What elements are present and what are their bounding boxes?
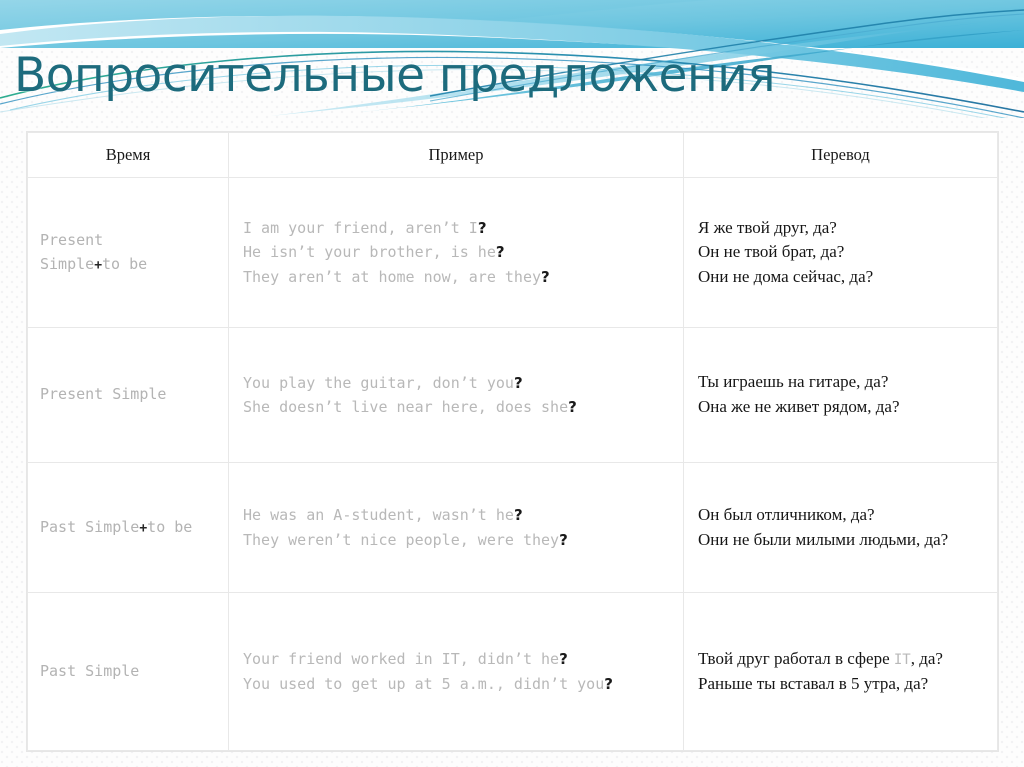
translation-sentence: Я же твой друг, да? — [698, 217, 837, 237]
question-mark: ? — [513, 373, 523, 392]
tense-suffix: to be — [147, 517, 193, 536]
cell-tense: Past Simple — [27, 592, 229, 751]
example-sentence: They weren’t nice people, were they? — [243, 530, 568, 549]
translation-sentence: Он был отличником, да? — [698, 504, 875, 524]
cell-translation: Ты играешь на гитаре, да? Она же не живет… — [683, 327, 998, 463]
question-mark: ? — [495, 243, 505, 262]
translation-sentence: Ты играешь на гитаре, да? — [698, 372, 889, 392]
table-row: Present Simple+to be I am your friend, ar… — [27, 177, 998, 328]
cell-tense: Present Simple+to be — [27, 177, 229, 328]
grammar-table: Время Пример Перевод Present Simple+to b… — [27, 132, 998, 751]
cell-example: You play the guitar, don’t you? She doesn… — [228, 327, 684, 463]
question-mark: ? — [568, 398, 577, 416]
column-header-example: Пример — [228, 132, 684, 178]
translation-sentence: Она же не живет рядом, да? — [698, 397, 900, 416]
page-title: Вопросительные предложения — [14, 48, 776, 103]
cell-example: Your friend worked in IT, didn’t he? You … — [228, 592, 684, 751]
cell-tense: Past Simple+to be — [27, 462, 229, 593]
cell-example: He was an A-student, wasn’t he? They were… — [228, 462, 684, 593]
example-sentence: I am your friend, aren’t I? — [243, 219, 487, 238]
table-row: Present Simple You play the guitar, don’t… — [27, 327, 998, 463]
cell-tense: Present Simple — [27, 327, 229, 463]
column-header-translation: Перевод — [683, 132, 998, 178]
question-mark: ? — [477, 219, 487, 238]
example-sentence: She doesn’t live near here, does she? — [243, 398, 577, 416]
example-sentence: You play the guitar, don’t you? — [243, 373, 523, 392]
tense-suffix: to be — [102, 254, 148, 273]
cell-translation: Он был отличником, да? Они не были милыми… — [683, 462, 998, 593]
question-mark: ? — [559, 530, 568, 549]
translation-sentence: Раньше ты вставал в 5 утра, да? — [698, 673, 929, 693]
table-body: Present Simple+to be I am your friend, ar… — [27, 177, 998, 751]
example-sentence: They aren’t at home now, are they? — [243, 267, 550, 286]
tense-label: Present Simple — [40, 385, 167, 404]
question-mark: ? — [559, 650, 568, 669]
example-sentence: Your friend worked in IT, didn’t he? — [243, 650, 568, 669]
question-mark: ? — [604, 674, 613, 693]
cell-translation: Твой друг работал в сфере IT, да? Раньше … — [683, 592, 998, 751]
table-row: Past Simple Your friend worked in IT, did… — [27, 592, 998, 751]
plus-sign: + — [94, 257, 103, 273]
table-header: Время Пример Перевод — [27, 132, 998, 178]
cell-translation: Я же твой друг, да? Он не твой брат, да? О… — [683, 177, 998, 328]
example-sentence: He isn’t your brother, is he? — [243, 243, 505, 262]
example-sentence: He was an A-student, wasn’t he? — [243, 506, 523, 525]
column-header-time: Время — [27, 132, 229, 178]
question-mark: ? — [541, 267, 550, 286]
tense-label: Past Simple — [40, 661, 140, 680]
translation-sentence: Они не были милыми людьми, да? — [698, 529, 949, 549]
translation-sentence: Твой друг работал в сфере IT, да? — [698, 648, 943, 668]
table-header-row: Время Пример Перевод — [27, 132, 998, 178]
example-sentence: You used to get up at 5 a.m., didn’t you… — [243, 674, 613, 693]
cell-example: I am your friend, aren’t I? He isn’t your… — [228, 177, 684, 328]
mono-token: IT — [893, 651, 911, 668]
question-mark: ? — [513, 506, 523, 525]
translation-sentence: Он не твой брат, да? — [698, 242, 845, 262]
tense-label: Past Simple — [40, 517, 140, 536]
table-row: Past Simple+to be He was an A-student, wa… — [27, 462, 998, 593]
translation-sentence: Они не дома сейчас, да? — [698, 266, 874, 286]
plus-sign: + — [139, 520, 148, 536]
